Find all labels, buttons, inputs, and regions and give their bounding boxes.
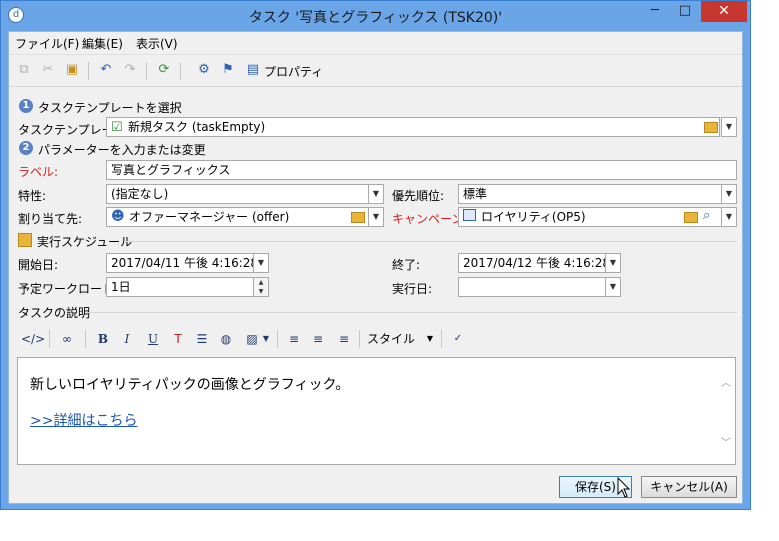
calendar-icon <box>18 233 32 247</box>
italic-icon[interactable]: I <box>119 329 135 349</box>
schedule-title: 実行スケジュール <box>37 235 133 249</box>
template-field[interactable]: ☑ 新規タスク (taskEmpty) <box>106 117 720 137</box>
spellcheck-icon[interactable]: ✓ <box>449 329 467 349</box>
properties-icon[interactable]: ▤ <box>245 62 261 78</box>
properties-label[interactable]: プロパティ <box>264 63 323 80</box>
step2-badge: 2 <box>19 141 33 155</box>
mouse-cursor-icon <box>617 477 631 498</box>
nature-select[interactable]: (指定なし) <box>106 184 369 204</box>
step1-badge: 1 <box>19 99 33 113</box>
campaign-icon <box>463 209 476 221</box>
style-dropdown-icon[interactable]: ▼ <box>425 329 435 349</box>
menu-file[interactable]: ファイル(F) <box>15 35 79 52</box>
scroll-down-icon[interactable]: ﹀ <box>721 434 731 449</box>
source-code-icon[interactable]: </> <box>21 329 45 349</box>
campaign-dropdown[interactable]: ▼ <box>721 207 737 227</box>
assign-dropdown[interactable]: ▼ <box>368 207 384 227</box>
exec-date-input[interactable] <box>458 277 606 297</box>
label-field-label: ラベル: <box>18 165 59 179</box>
underline-icon[interactable]: U <box>145 329 161 349</box>
workload-label: 予定ワークロード: <box>18 282 119 296</box>
toolbar: ⧉ ✂ ▣ ↶ ↷ ⟳ ⚙ ⚑ ▤ プロパティ <box>9 56 742 84</box>
align-left-icon[interactable]: ≡ <box>285 329 303 349</box>
style-select[interactable]: スタイル <box>367 329 417 349</box>
assign-label: 割り当て先: <box>18 212 83 226</box>
title-bar[interactable]: d タスク '写真とグラフィックス (TSK20)' ─ □ ✕ <box>1 1 750 31</box>
start-date-dropdown[interactable]: ▼ <box>253 253 269 273</box>
paste-icon[interactable]: ▣ <box>64 62 80 78</box>
campaign-field[interactable]: ロイヤリティ(OP5) <box>458 207 722 227</box>
campaign-value: ロイヤリティ(OP5) <box>481 210 586 224</box>
minimize-button[interactable]: ─ <box>641 1 669 22</box>
assign-value: オファーマネージャー (offer) <box>129 210 290 224</box>
menu-edit[interactable]: 編集(E) <box>82 35 123 52</box>
campaign-folder-icon[interactable] <box>684 212 698 223</box>
bullet-list-icon[interactable]: ☰ <box>193 329 211 349</box>
template-dropdown[interactable]: ▼ <box>721 117 737 137</box>
align-center-icon[interactable]: ≡ <box>309 329 327 349</box>
redo-icon[interactable]: ↷ <box>122 62 138 78</box>
scroll-up-icon[interactable]: ︿ <box>721 374 731 389</box>
editor-scrollbar[interactable]: ︿ ﹀ <box>718 358 735 464</box>
step2-title: パラメーターを入力または変更 <box>38 143 206 157</box>
description-title: タスクの説明 <box>18 306 91 320</box>
template-value: 新規タスク (taskEmpty) <box>128 120 266 134</box>
undo-icon[interactable]: ↶ <box>98 62 114 78</box>
assign-folder-icon[interactable] <box>351 212 365 223</box>
cancel-button[interactable]: キャンセル(A) <box>641 476 737 498</box>
exec-date-dropdown[interactable]: ▼ <box>605 277 621 297</box>
link-globe-icon[interactable]: ◍ <box>217 329 235 349</box>
image-dropdown-icon[interactable]: ▼ <box>261 329 271 349</box>
operator-icon: ☻ <box>111 209 125 224</box>
copy-icon[interactable]: ⧉ <box>16 62 32 78</box>
task-window: d タスク '写真とグラフィックス (TSK20)' ─ □ ✕ ファイル(F)… <box>0 0 751 510</box>
start-date-label: 開始日: <box>18 258 59 272</box>
label-input[interactable]: 写真とグラフィックス <box>106 160 737 180</box>
maximize-button[interactable]: □ <box>671 1 699 22</box>
cut-icon[interactable]: ✂ <box>40 62 56 78</box>
checklist-icon: ☑ <box>111 120 123 135</box>
priority-select[interactable]: 標準 <box>458 184 722 204</box>
dialog-body: ファイル(F) 編集(E) 表示(V) ⧉ ✂ ▣ ↶ ↷ ⟳ ⚙ ⚑ ▤ プロ… <box>8 31 743 504</box>
details-link[interactable]: >>詳細はこちら <box>30 410 137 430</box>
close-button[interactable]: ✕ <box>701 1 747 22</box>
end-date-dropdown[interactable]: ▼ <box>605 253 621 273</box>
template-folder-icon[interactable] <box>704 122 718 133</box>
assign-field[interactable]: ☻ オファーマネージャー (offer) <box>106 207 369 227</box>
end-date-input[interactable]: 2017/04/12 午後 4:16:28 <box>458 253 606 273</box>
end-date-label: 終了: <box>392 258 421 272</box>
menu-view[interactable]: 表示(V) <box>136 35 178 52</box>
nature-label: 特性: <box>18 189 47 203</box>
stepper-up-icon[interactable]: ▲ <box>254 278 268 287</box>
exec-date-label: 実行日: <box>392 282 433 296</box>
description-editor[interactable]: 新しいロイヤリティパックの画像とグラフィック。 >>詳細はこちら ︿ ﹀ <box>17 357 736 465</box>
description-text[interactable]: 新しいロイヤリティパックの画像とグラフィック。 <box>30 374 349 394</box>
workload-stepper[interactable]: ▲ ▼ <box>253 277 269 297</box>
priority-dropdown[interactable]: ▼ <box>721 184 737 204</box>
assign-icon[interactable]: ⚑ <box>220 62 236 78</box>
bold-icon[interactable]: B <box>95 329 111 349</box>
align-right-icon[interactable]: ≡ <box>335 329 353 349</box>
find-binoculars-icon[interactable]: ∞ <box>57 329 77 349</box>
text-color-icon[interactable]: T <box>169 329 187 349</box>
refresh-icon[interactable]: ⟳ <box>156 62 172 78</box>
image-icon[interactable]: ▨ <box>243 329 261 349</box>
workload-input[interactable]: 1日 <box>106 277 254 297</box>
window-title: タスク '写真とグラフィックス (TSK20)' <box>248 10 503 26</box>
stepper-down-icon[interactable]: ▼ <box>254 287 268 296</box>
search-icon[interactable]: ⌕ <box>703 208 710 223</box>
campaign-label: キャンペーン: <box>392 212 468 226</box>
start-date-input[interactable]: 2017/04/11 午後 4:16:28 <box>106 253 254 273</box>
step1-title: タスクテンプレートを選択 <box>38 101 182 115</box>
settings-gear-icon[interactable]: ⚙ <box>196 62 212 78</box>
editor-toolbar: </> ∞ B I U T ☰ ◍ ▨ ▼ ≡ ≡ ≡ スタイル ▼ ✓ <box>17 327 735 351</box>
priority-label: 優先順位: <box>392 189 445 203</box>
nature-dropdown[interactable]: ▼ <box>368 184 384 204</box>
